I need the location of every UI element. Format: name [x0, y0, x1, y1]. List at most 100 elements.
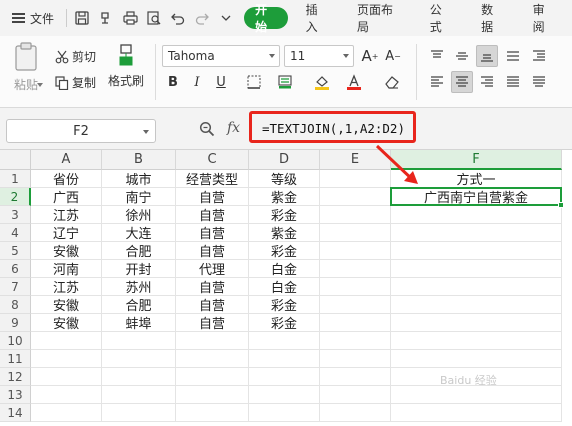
cell-a3[interactable]: 江苏: [31, 206, 102, 224]
cell-e13[interactable]: [320, 386, 391, 404]
cell-b9[interactable]: 蚌埠: [102, 314, 176, 332]
cell-d1[interactable]: 等级: [249, 170, 320, 188]
column-header-b[interactable]: B: [102, 150, 176, 170]
column-header-a[interactable]: A: [31, 150, 102, 170]
print-preview-icon[interactable]: [142, 6, 166, 30]
cell-b2[interactable]: 南宁: [102, 188, 176, 206]
cell-d5[interactable]: 彩金: [249, 242, 320, 260]
cell-e6[interactable]: [320, 260, 391, 278]
row-header-2[interactable]: 2: [0, 188, 31, 206]
row-header-1[interactable]: 1: [0, 170, 31, 188]
cell-c6[interactable]: 代理: [176, 260, 249, 278]
chevron-down-icon[interactable]: [214, 6, 238, 30]
cell-a1[interactable]: 省份: [31, 170, 102, 188]
cell-c14[interactable]: [176, 404, 249, 422]
print-icon[interactable]: [118, 6, 142, 30]
cell-b6[interactable]: 开封: [102, 260, 176, 278]
cut-button[interactable]: 剪切: [55, 48, 96, 65]
cell-e1[interactable]: [320, 170, 391, 188]
save-icon[interactable]: [70, 6, 94, 30]
cell-a4[interactable]: 辽宁: [31, 224, 102, 242]
cell-c10[interactable]: [176, 332, 249, 350]
cell-b7[interactable]: 苏州: [102, 278, 176, 296]
cell-c3[interactable]: 自营: [176, 206, 249, 224]
cell-b8[interactable]: 合肥: [102, 296, 176, 314]
export-icon[interactable]: [94, 6, 118, 30]
cell-f13[interactable]: [391, 386, 562, 404]
cell-c1[interactable]: 经营类型: [176, 170, 249, 188]
bold-icon[interactable]: B: [162, 71, 184, 93]
align-left-icon[interactable]: [426, 71, 448, 93]
cell-b11[interactable]: [102, 350, 176, 368]
font-color-icon[interactable]: [343, 71, 365, 93]
cell-f10[interactable]: [391, 332, 562, 350]
cell-d9[interactable]: 彩金: [249, 314, 320, 332]
undo-icon[interactable]: [166, 6, 190, 30]
cell-e11[interactable]: [320, 350, 391, 368]
row-header-12[interactable]: 12: [0, 368, 31, 386]
row-header-9[interactable]: 9: [0, 314, 31, 332]
row-header-3[interactable]: 3: [0, 206, 31, 224]
cell-c2[interactable]: 自营: [176, 188, 249, 206]
cell-d14[interactable]: [249, 404, 320, 422]
cell-e2[interactable]: [320, 188, 391, 206]
cell-a2[interactable]: 广西: [31, 188, 102, 206]
column-header-e[interactable]: E: [320, 150, 391, 170]
column-header-d[interactable]: D: [249, 150, 320, 170]
cell-e10[interactable]: [320, 332, 391, 350]
column-header-c[interactable]: C: [176, 150, 249, 170]
cell-d11[interactable]: [249, 350, 320, 368]
increase-font-icon[interactable]: A +: [359, 45, 381, 67]
cell-a13[interactable]: [31, 386, 102, 404]
cell-d8[interactable]: 彩金: [249, 296, 320, 314]
cell-e9[interactable]: [320, 314, 391, 332]
cell-f7[interactable]: [391, 278, 562, 296]
cell-d10[interactable]: [249, 332, 320, 350]
fx-icon[interactable]: fx: [227, 120, 240, 136]
select-all-corner[interactable]: [0, 150, 31, 170]
fill-pattern-icon[interactable]: [275, 71, 297, 93]
cell-b13[interactable]: [102, 386, 176, 404]
italic-icon[interactable]: I: [186, 71, 208, 93]
cell-a6[interactable]: 河南: [31, 260, 102, 278]
fill-handle[interactable]: [558, 202, 564, 208]
cell-d2[interactable]: 紫金: [249, 188, 320, 206]
cell-f3[interactable]: [391, 206, 562, 224]
cell-c13[interactable]: [176, 386, 249, 404]
cell-c4[interactable]: 自营: [176, 224, 249, 242]
cell-b14[interactable]: [102, 404, 176, 422]
copy-button[interactable]: 复制: [55, 74, 96, 91]
cell-e4[interactable]: [320, 224, 391, 242]
font-name-select[interactable]: Tahoma: [162, 45, 280, 67]
file-menu[interactable]: 文件: [0, 0, 63, 36]
cell-e3[interactable]: [320, 206, 391, 224]
cell-f5[interactable]: [391, 242, 562, 260]
font-size-select[interactable]: 11: [284, 45, 354, 67]
justify-icon[interactable]: [502, 71, 524, 93]
cell-a12[interactable]: [31, 368, 102, 386]
cell-c8[interactable]: 自营: [176, 296, 249, 314]
cell-e7[interactable]: [320, 278, 391, 296]
decrease-font-icon[interactable]: A −: [382, 45, 404, 67]
cell-f9[interactable]: [391, 314, 562, 332]
cell-a11[interactable]: [31, 350, 102, 368]
eraser-icon[interactable]: [381, 71, 403, 93]
cell-b5[interactable]: 合肥: [102, 242, 176, 260]
cell-a7[interactable]: 江苏: [31, 278, 102, 296]
cell-c7[interactable]: 自营: [176, 278, 249, 296]
underline-icon[interactable]: U: [210, 71, 232, 93]
cell-b3[interactable]: 徐州: [102, 206, 176, 224]
cell-f4[interactable]: [391, 224, 562, 242]
fill-color-icon[interactable]: [311, 71, 333, 93]
row-header-14[interactable]: 14: [0, 404, 31, 422]
cell-f6[interactable]: [391, 260, 562, 278]
cell-f14[interactable]: [391, 404, 562, 422]
row-header-13[interactable]: 13: [0, 386, 31, 404]
align-center-icon[interactable]: [451, 71, 473, 93]
chevron-down-icon[interactable]: [37, 83, 43, 87]
cell-b10[interactable]: [102, 332, 176, 350]
align-bottom-icon[interactable]: [476, 45, 498, 67]
cell-d3[interactable]: 彩金: [249, 206, 320, 224]
tab-review[interactable]: 审阅: [521, 3, 566, 34]
cell-f1[interactable]: 方式一: [391, 170, 562, 188]
